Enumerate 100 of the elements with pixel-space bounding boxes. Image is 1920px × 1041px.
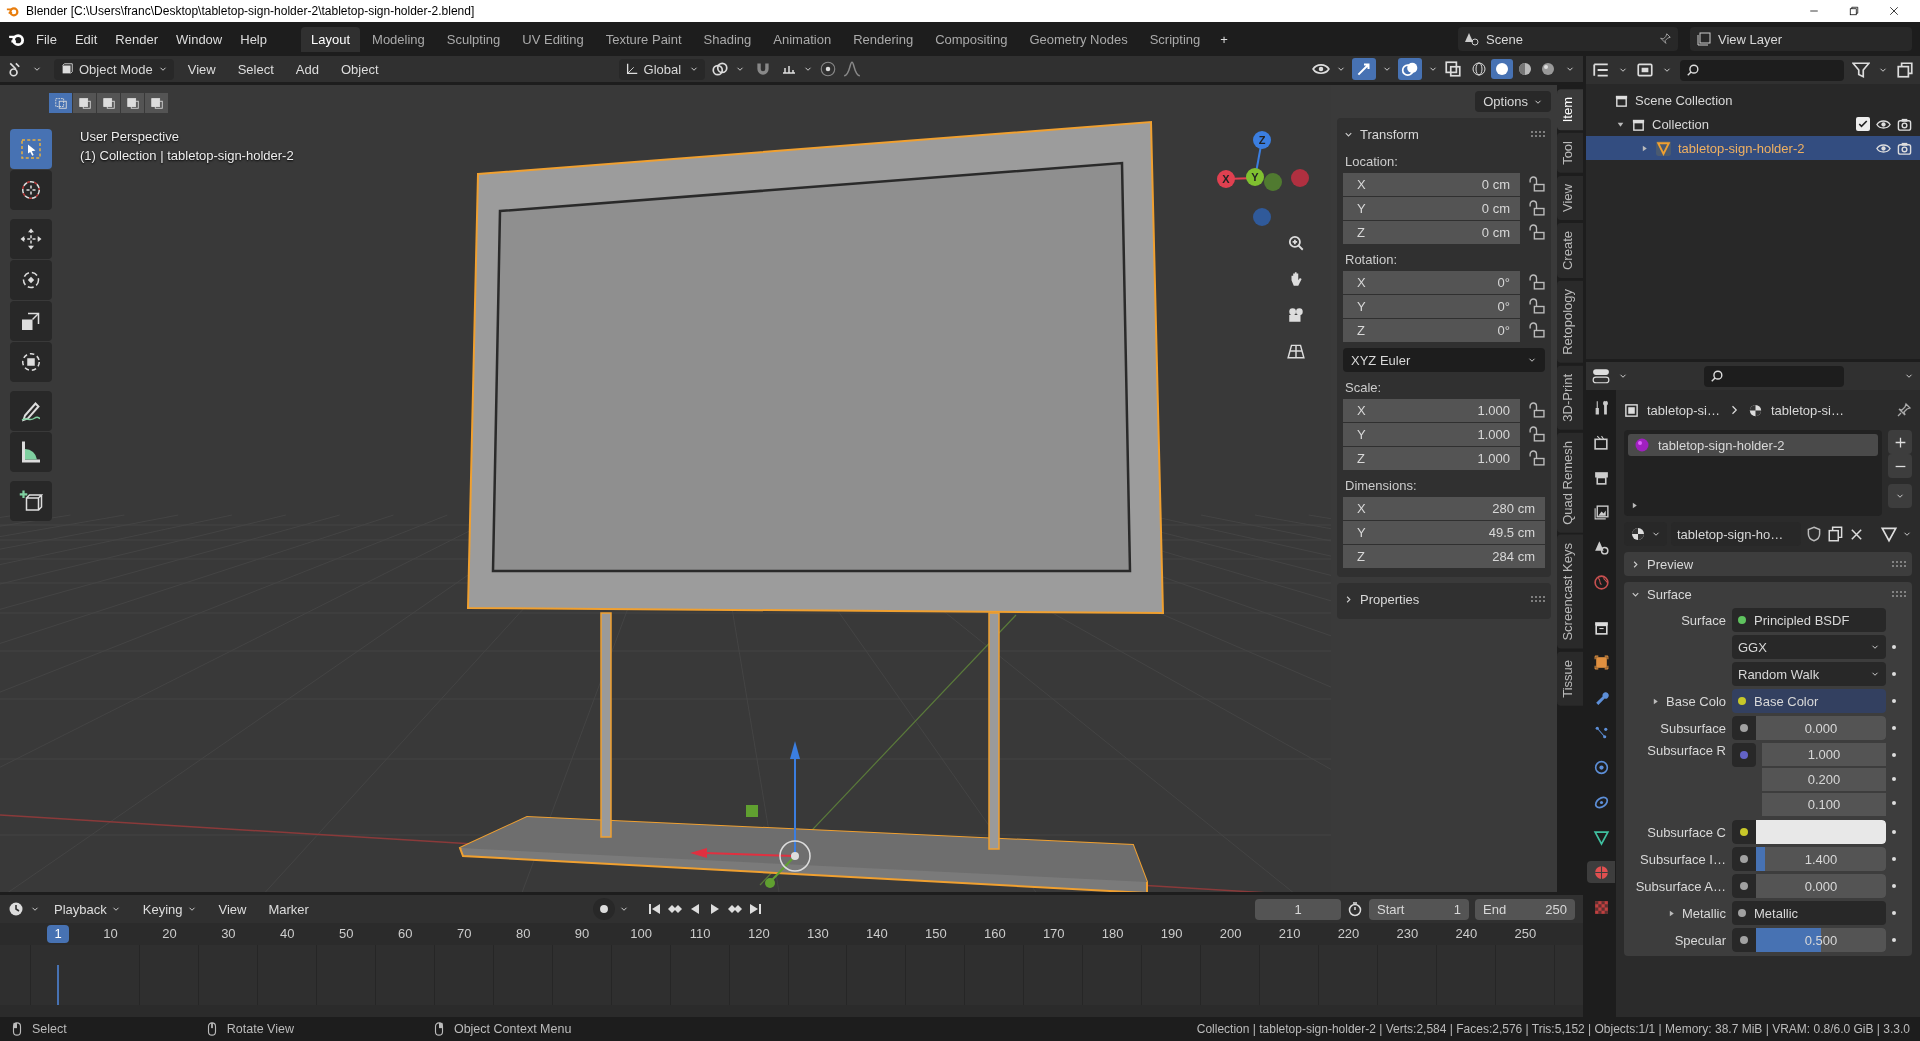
workspace-tab[interactable]: Scripting — [1139, 26, 1211, 52]
number-field[interactable]: 0.200 — [1762, 768, 1886, 791]
proportional-edit-icon[interactable] — [818, 60, 837, 78]
rotation-mode-dropdown[interactable]: XYZ Euler — [1343, 348, 1545, 372]
selection-mode-button[interactable] — [49, 93, 72, 113]
menu-item[interactable]: File — [28, 27, 65, 51]
panel-title[interactable]: Preview — [1647, 556, 1694, 572]
panel-title[interactable]: Transform — [1360, 126, 1419, 142]
duplicate-icon[interactable] — [1827, 525, 1845, 543]
socket-dot[interactable] — [1740, 855, 1748, 863]
socket-dot[interactable] — [1738, 909, 1746, 917]
cursor-tool[interactable] — [10, 170, 52, 210]
collapsed-arrow-icon[interactable] — [1640, 143, 1649, 153]
pin-icon[interactable] — [1658, 32, 1672, 46]
restore-icon[interactable] — [1848, 5, 1860, 17]
selection-mode-button[interactable] — [73, 93, 96, 113]
sidebar-tab[interactable]: Tissue — [1557, 652, 1583, 706]
keyframe-dot[interactable] — [1892, 672, 1896, 676]
unlocked-padlock-icon[interactable] — [1528, 200, 1545, 217]
keyframe-dot[interactable] — [1892, 776, 1896, 781]
current-frame-field[interactable]: 1 — [1255, 898, 1341, 920]
keyframe-dot[interactable] — [1892, 911, 1896, 915]
properties-editor-icon[interactable] — [1592, 367, 1610, 385]
material-slot[interactable]: tabletop-sign-holder-2 — [1628, 434, 1878, 456]
number-field[interactable]: Z 0° — [1343, 319, 1520, 342]
solid-sphere-button[interactable] — [1491, 59, 1513, 79]
pencil-tool[interactable] — [10, 391, 52, 431]
scene-selector[interactable]: Scene — [1458, 27, 1678, 51]
search-field[interactable] — [1704, 365, 1844, 387]
shield-icon[interactable] — [1805, 525, 1823, 543]
record-button[interactable] — [592, 898, 615, 920]
playhead-frame[interactable]: 1 — [47, 925, 69, 943]
menu-item[interactable]: Object — [332, 57, 387, 81]
workspace-tab[interactable]: Shading — [693, 26, 762, 52]
collapsed-arrow-icon[interactable] — [1630, 501, 1639, 510]
mesh-link-icon[interactable] — [1880, 525, 1898, 543]
menu-item[interactable]: Marker — [260, 897, 317, 921]
number-field[interactable]: 1.000 — [1762, 743, 1886, 766]
keyframe-dot[interactable] — [1892, 830, 1896, 834]
menu-item[interactable]: Edit — [66, 27, 106, 51]
selection-mode-button[interactable] — [145, 93, 168, 113]
sidebar-tab[interactable]: Retopology — [1557, 281, 1583, 363]
gizmo-arrows-icon[interactable] — [1355, 60, 1373, 78]
sidebar-tab[interactable]: Screencast Keys — [1557, 535, 1583, 649]
menu-item[interactable]: Add — [287, 57, 327, 81]
pin-icon[interactable] — [1896, 402, 1912, 418]
jump-start-icon[interactable] — [646, 901, 663, 917]
falloff-curve-icon[interactable] — [842, 60, 861, 78]
number-field[interactable]: X 0 cm — [1343, 173, 1520, 196]
scale-tool[interactable] — [10, 301, 52, 341]
unlocked-padlock-icon[interactable] — [1528, 224, 1545, 241]
move-tool[interactable] — [10, 219, 52, 259]
linked-input-field[interactable]: Base Color — [1732, 689, 1886, 713]
menu-item[interactable]: Render — [107, 27, 166, 51]
filter-icon[interactable] — [1852, 61, 1870, 79]
sidebar-tab[interactable]: Tool — [1557, 133, 1583, 174]
panel-title[interactable]: Properties — [1360, 591, 1420, 607]
transform-tool[interactable] — [10, 342, 52, 382]
number-field[interactable]: X 0° — [1343, 271, 1520, 294]
mode-dropdown[interactable]: Object Mode — [54, 58, 174, 80]
menu-dropdown[interactable]: Playback — [46, 897, 129, 921]
distribution-dropdown[interactable]: Random Walk — [1732, 662, 1886, 686]
number-slider[interactable]: 0.000 — [1756, 874, 1886, 898]
outliner-item[interactable]: Collection — [1652, 116, 1710, 132]
sidebar-tab[interactable]: Create — [1557, 223, 1583, 279]
sidebar-tab[interactable]: Quad Remesh — [1557, 432, 1583, 533]
number-slider[interactable]: 0.500 — [1756, 928, 1886, 952]
socket-dot[interactable] — [1738, 697, 1746, 705]
search-field[interactable] — [1680, 59, 1844, 81]
unlocked-padlock-icon[interactable] — [1528, 402, 1545, 419]
number-field[interactable]: Z 0 cm — [1343, 221, 1520, 244]
unlocked-padlock-icon[interactable] — [1528, 176, 1545, 193]
material-name-field[interactable]: tabletop-sign-ho… — [1671, 522, 1801, 546]
pivot-icon[interactable] — [710, 60, 729, 78]
socket-dot[interactable] — [1740, 751, 1748, 759]
workspace-tab[interactable]: Sculpting — [436, 26, 511, 52]
workspace-tab[interactable]: Texture Paint — [595, 26, 692, 52]
keyframe-dot[interactable] — [1892, 800, 1896, 805]
include-checkbox[interactable] — [1856, 117, 1870, 131]
menu-item[interactable]: Select — [229, 57, 282, 81]
number-field[interactable]: 0.100 — [1762, 793, 1886, 816]
camera-icon[interactable] — [1897, 116, 1912, 132]
add-slot-button[interactable] — [1888, 430, 1912, 454]
number-field[interactable]: X 280 cm — [1343, 497, 1545, 520]
transform-gizmo[interactable] — [690, 741, 811, 888]
outliner-item[interactable]: Scene Collection — [1635, 92, 1733, 108]
sidebar-tab[interactable]: View — [1557, 176, 1583, 221]
color-swatch[interactable] — [1756, 820, 1886, 844]
sidebar-tab[interactable]: Item — [1557, 89, 1583, 131]
number-field[interactable]: Y 1.000 — [1343, 423, 1520, 446]
socket-dot[interactable] — [1738, 616, 1746, 624]
socket-dot[interactable] — [1740, 882, 1748, 890]
workspace-tab[interactable]: Modeling — [362, 26, 435, 52]
number-slider[interactable]: 0.000 — [1756, 716, 1886, 740]
workspace-tab[interactable]: UV Editing — [512, 26, 594, 52]
overlay-circles-icon[interactable] — [1401, 60, 1419, 78]
menu-item[interactable]: Help — [232, 27, 275, 51]
add-workspace-button[interactable]: + — [1212, 27, 1236, 51]
unlocked-padlock-icon[interactable] — [1528, 426, 1545, 443]
unlocked-padlock-icon[interactable] — [1528, 450, 1545, 467]
